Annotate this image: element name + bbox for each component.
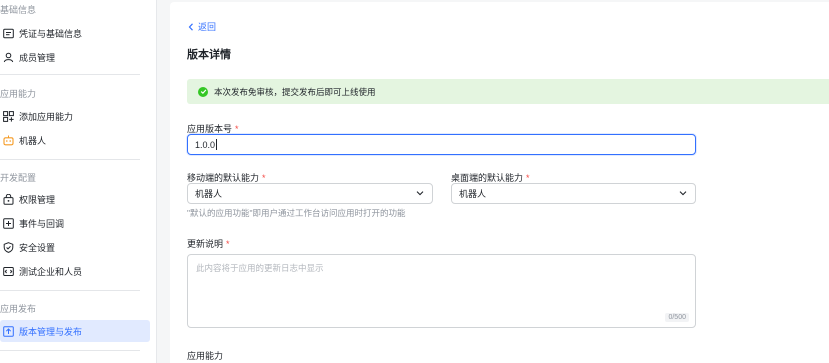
changelog-placeholder: 此内容将于应用的更新日志中显示 xyxy=(196,263,324,273)
shield-icon xyxy=(1,240,15,254)
sidebar-item-credentials[interactable]: 凭证与基础信息 xyxy=(0,22,150,44)
robot-icon xyxy=(1,133,15,147)
section-title-capability: 应用能力 xyxy=(0,89,37,99)
version-label-text: 应用版本号 xyxy=(187,124,233,134)
required-mark: * xyxy=(235,124,239,134)
back-link[interactable]: 返回 xyxy=(188,20,216,33)
sidebar: 基础信息 凭证与基础信息 成员管理 应用能力 添加应用能力 机器人 开发配置 权… xyxy=(0,0,157,363)
sidebar-divider xyxy=(0,159,140,160)
sidebar-item-events[interactable]: 事件与回调 xyxy=(0,212,150,234)
sidebar-divider xyxy=(0,350,140,351)
version-icon xyxy=(1,324,15,338)
changelog-label-text: 更新说明 xyxy=(187,239,224,249)
sidebar-item-label: 凭证与基础信息 xyxy=(19,28,83,39)
chevron-down-icon xyxy=(679,189,687,199)
sidebar-item-label: 版本管理与发布 xyxy=(19,326,83,337)
sidebar-item-permission[interactable]: 权限管理 xyxy=(0,188,150,210)
mobile-default-select[interactable]: 机器人 xyxy=(187,183,433,204)
sidebar-item-label: 测试企业和人员 xyxy=(19,266,83,277)
required-mark: * xyxy=(526,173,530,183)
check-circle-icon xyxy=(198,86,208,97)
default-capability-hint: "默认的应用功能"即用户通过工作台访问应用时打开的功能 xyxy=(187,208,406,218)
test-icon xyxy=(1,264,15,278)
version-detail-panel: 返回 版本详情 本次发布免审核，提交发布后即可上线使用 应用版本号 * 1.0.0… xyxy=(170,2,829,363)
sidebar-item-label: 事件与回调 xyxy=(19,218,65,229)
sidebar-divider xyxy=(0,74,140,75)
version-input-value: 1.0.0 xyxy=(195,139,216,150)
mobile-default-label-text: 移动端的默认能力 xyxy=(187,173,260,183)
credential-icon xyxy=(1,26,15,40)
changelog-label: 更新说明 * xyxy=(187,237,230,250)
required-mark: * xyxy=(262,173,266,183)
char-counter: 0/500 xyxy=(665,313,689,322)
desktop-default-value: 机器人 xyxy=(459,189,487,199)
desktop-default-label-text: 桌面端的默认能力 xyxy=(451,173,524,183)
sidebar-item-label: 机器人 xyxy=(19,135,47,146)
sidebar-item-label: 权限管理 xyxy=(19,194,56,205)
sidebar-item-label: 添加应用能力 xyxy=(19,111,74,122)
sidebar-item-members[interactable]: 成员管理 xyxy=(0,46,150,68)
chevron-down-icon xyxy=(416,189,424,199)
sidebar-item-add-capability[interactable]: 添加应用能力 xyxy=(0,105,150,127)
sidebar-item-test-users[interactable]: 测试企业和人员 xyxy=(0,260,150,282)
notice-text: 本次发布免审核，提交发布后即可上线使用 xyxy=(214,86,376,97)
capability-section-label: 应用能力 xyxy=(187,351,224,361)
sidebar-item-version[interactable]: 版本管理与发布 xyxy=(0,320,150,342)
mobile-default-value: 机器人 xyxy=(195,189,223,199)
section-title-release: 应用发布 xyxy=(0,304,37,314)
event-icon xyxy=(1,216,15,230)
permission-icon xyxy=(1,192,15,206)
section-title-basic: 基础信息 xyxy=(0,5,37,15)
sidebar-divider xyxy=(0,290,140,291)
sidebar-item-label: 安全设置 xyxy=(19,242,56,253)
sidebar-item-robot[interactable]: 机器人 xyxy=(0,129,150,151)
changelog-textarea[interactable]: 此内容将于应用的更新日志中显示 0/500 xyxy=(187,254,696,328)
desktop-default-select[interactable]: 机器人 xyxy=(451,183,696,204)
section-title-dev: 开发配置 xyxy=(0,173,37,183)
add-capability-icon xyxy=(1,109,15,123)
sidebar-item-security[interactable]: 安全设置 xyxy=(0,236,150,258)
text-cursor xyxy=(216,139,218,150)
member-icon xyxy=(1,50,15,64)
chevron-left-icon xyxy=(188,22,194,31)
sidebar-item-label: 成员管理 xyxy=(19,52,56,63)
required-mark: * xyxy=(226,239,230,249)
page-title: 版本详情 xyxy=(187,49,231,61)
notice-banner: 本次发布免审核，提交发布后即可上线使用 xyxy=(187,79,829,104)
version-input[interactable]: 1.0.0 xyxy=(187,134,696,155)
back-label: 返回 xyxy=(198,22,217,32)
